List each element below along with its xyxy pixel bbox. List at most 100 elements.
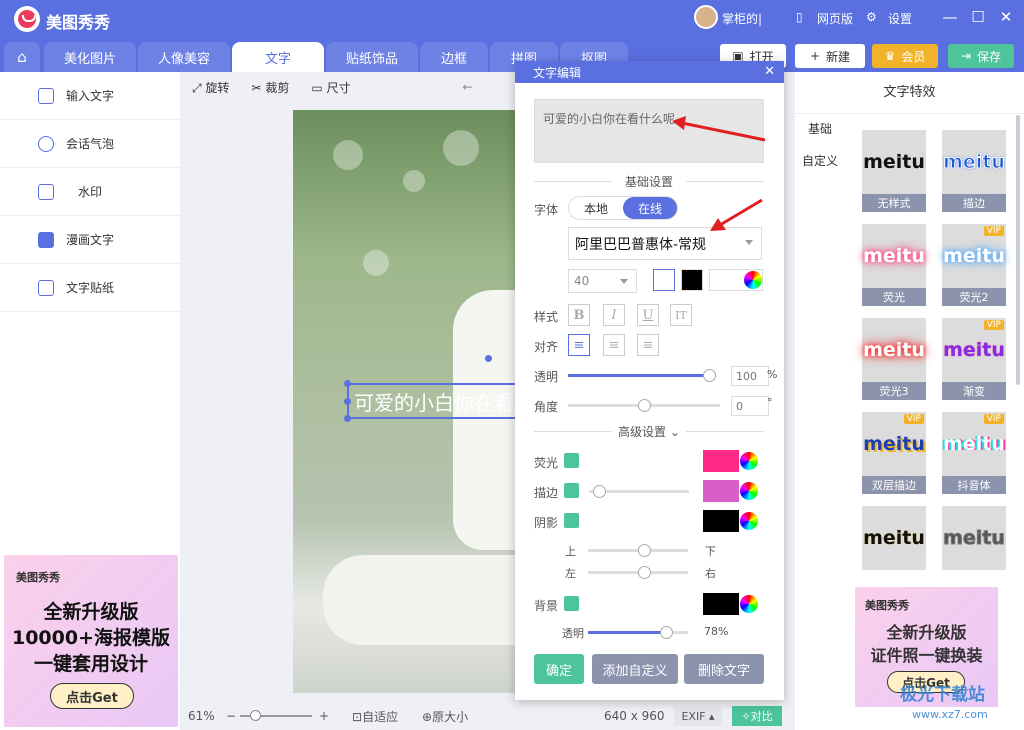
background-opacity-knob[interactable]: [660, 626, 673, 639]
align-center-icon[interactable]: ≡: [603, 334, 625, 356]
effect-tile[interactable]: meitu: [862, 506, 926, 570]
sidebar-item-comic-text[interactable]: 漫画文字: [0, 216, 180, 264]
user-name[interactable]: 掌柜的|: [722, 10, 762, 27]
shadow-horizontal-knob[interactable]: [638, 566, 651, 579]
stroke-checkbox[interactable]: [564, 483, 579, 498]
phone-icon[interactable]: ▯: [796, 10, 803, 24]
fit-button[interactable]: ⊡自适应: [352, 708, 398, 725]
bold-button[interactable]: B: [568, 304, 590, 326]
background-checkbox[interactable]: [564, 596, 579, 611]
resize-handle[interactable]: [344, 380, 351, 387]
photo-detail: [333, 140, 363, 170]
effect-tile[interactable]: meitu 荧光: [862, 224, 926, 306]
effect-tile[interactable]: meitu 无样式: [862, 130, 926, 212]
effect-tile[interactable]: meitu 描边: [942, 130, 1006, 212]
add-custom-button[interactable]: 添加自定义: [592, 654, 678, 684]
font-size-select[interactable]: 40: [568, 269, 637, 293]
delete-text-button[interactable]: 删除文字: [684, 654, 764, 684]
align-right-icon[interactable]: ≡: [637, 334, 659, 356]
custom-color-box[interactable]: [709, 269, 763, 291]
shadow-horizontal-slider[interactable]: [588, 566, 688, 579]
resize-handle[interactable]: [344, 415, 351, 422]
effects-tab-custom[interactable]: 自定义: [799, 152, 841, 169]
stroke-color-swatch[interactable]: [703, 480, 739, 502]
color-wheel-icon[interactable]: [740, 512, 758, 530]
rotate-handle[interactable]: [485, 355, 492, 362]
opacity-slider-knob[interactable]: [703, 369, 716, 382]
effect-tile[interactable]: meitu 抖音体 VIP: [942, 412, 1006, 494]
opacity-slider[interactable]: [568, 369, 716, 382]
ad-get-button[interactable]: 点击Get: [50, 683, 134, 709]
sidebar-item-input-text[interactable]: 输入文字: [0, 72, 180, 120]
resize-tool[interactable]: ▭ 尺寸: [311, 79, 350, 96]
zoom-in-icon[interactable]: +: [319, 709, 329, 723]
color-wheel-icon[interactable]: [740, 482, 758, 500]
color-wheel-icon[interactable]: [744, 271, 762, 289]
vertical-text-button[interactable]: IT: [670, 304, 692, 326]
tab-stickers[interactable]: 贴纸饰品: [326, 42, 418, 72]
promo-banner-left[interactable]: 美图秀秀 全新升级版 10000+海报模版 一键套用设计 点击Get: [4, 555, 178, 727]
web-version-link[interactable]: 网页版: [817, 10, 853, 27]
maximize-icon[interactable]: ☐: [968, 8, 988, 26]
opacity-input[interactable]: 100: [731, 366, 769, 386]
close-icon[interactable]: ✕: [996, 8, 1016, 26]
shadow-checkbox[interactable]: [564, 513, 579, 528]
background-color-swatch[interactable]: [703, 593, 739, 615]
exif-button[interactable]: EXIF ▴: [674, 706, 722, 726]
original-size-button[interactable]: ⊕原大小: [422, 708, 468, 725]
minimize-icon[interactable]: —: [940, 8, 960, 26]
undo-icon[interactable]: ←: [463, 80, 473, 94]
effect-tile[interactable]: meitu 荧光2 VIP: [942, 224, 1006, 306]
sidebar-item-text-sticker[interactable]: 文字贴纸: [0, 264, 180, 312]
scrollbar[interactable]: [1016, 115, 1020, 385]
tab-portrait[interactable]: 人像美容: [138, 42, 230, 72]
zoom-slider-knob[interactable]: [250, 710, 261, 721]
zoom-slider[interactable]: [240, 710, 312, 721]
stroke-width-slider[interactable]: [589, 485, 689, 498]
glow-checkbox[interactable]: [564, 453, 579, 468]
angle-slider[interactable]: [568, 399, 720, 412]
font-local-tab[interactable]: 本地: [569, 197, 623, 219]
text-color-swatch[interactable]: [681, 269, 703, 291]
crop-tool[interactable]: ✂ 裁剪: [251, 79, 289, 96]
rotate-tool[interactable]: ⤢ 旋转: [192, 79, 229, 96]
sidebar-item-speech-bubble[interactable]: 会话气泡: [0, 120, 180, 168]
text-color-transparent[interactable]: [653, 269, 675, 291]
background-opacity-slider[interactable]: [588, 626, 688, 639]
settings-link[interactable]: 设置: [888, 10, 912, 27]
tab-text[interactable]: 文字: [232, 42, 324, 72]
color-wheel-icon[interactable]: [740, 452, 758, 470]
shadow-color-swatch[interactable]: [703, 510, 739, 532]
stroke-slider-knob[interactable]: [593, 485, 606, 498]
close-icon[interactable]: ✕: [764, 64, 775, 79]
tab-border[interactable]: 边框: [420, 42, 488, 72]
angle-slider-knob[interactable]: [638, 399, 651, 412]
canvas-text-layer[interactable]: 可爱的小白你在看什么呢: [347, 383, 517, 419]
vip-button[interactable]: ♛ 会员: [872, 44, 938, 68]
shadow-vertical-knob[interactable]: [638, 544, 651, 557]
compare-button[interactable]: ✧ 对比: [732, 706, 782, 726]
zoom-out-icon[interactable]: −: [226, 709, 236, 723]
effect-tile[interactable]: meitu 荧光3: [862, 318, 926, 400]
angle-input[interactable]: 0: [731, 396, 769, 416]
save-button[interactable]: ⇥ 保存: [948, 44, 1014, 68]
effect-tile[interactable]: meitu 双层描边 VIP: [862, 412, 926, 494]
new-button[interactable]: + 新建: [795, 44, 865, 68]
effects-tab-basic[interactable]: 基础: [799, 120, 841, 137]
italic-button[interactable]: I: [603, 304, 625, 326]
align-left-icon[interactable]: ≡: [568, 334, 590, 356]
gear-icon[interactable]: ⚙: [866, 10, 877, 24]
shadow-vertical-slider[interactable]: [588, 544, 688, 557]
resize-handle[interactable]: [344, 398, 351, 405]
color-wheel-icon[interactable]: [740, 595, 758, 613]
effect-tile[interactable]: meitu: [942, 506, 1006, 570]
sidebar-item-watermark[interactable]: 水印: [0, 168, 180, 216]
tab-beautify[interactable]: 美化图片: [44, 42, 136, 72]
underline-button[interactable]: U: [637, 304, 659, 326]
confirm-button[interactable]: 确定: [534, 654, 584, 684]
home-icon[interactable]: ⌂: [4, 42, 40, 72]
advanced-settings-heading[interactable]: 高级设置 ⌄: [534, 423, 764, 440]
effect-tile[interactable]: meitu 渐变 VIP: [942, 318, 1006, 400]
user-avatar[interactable]: [694, 5, 718, 29]
glow-color-swatch[interactable]: [703, 450, 739, 472]
